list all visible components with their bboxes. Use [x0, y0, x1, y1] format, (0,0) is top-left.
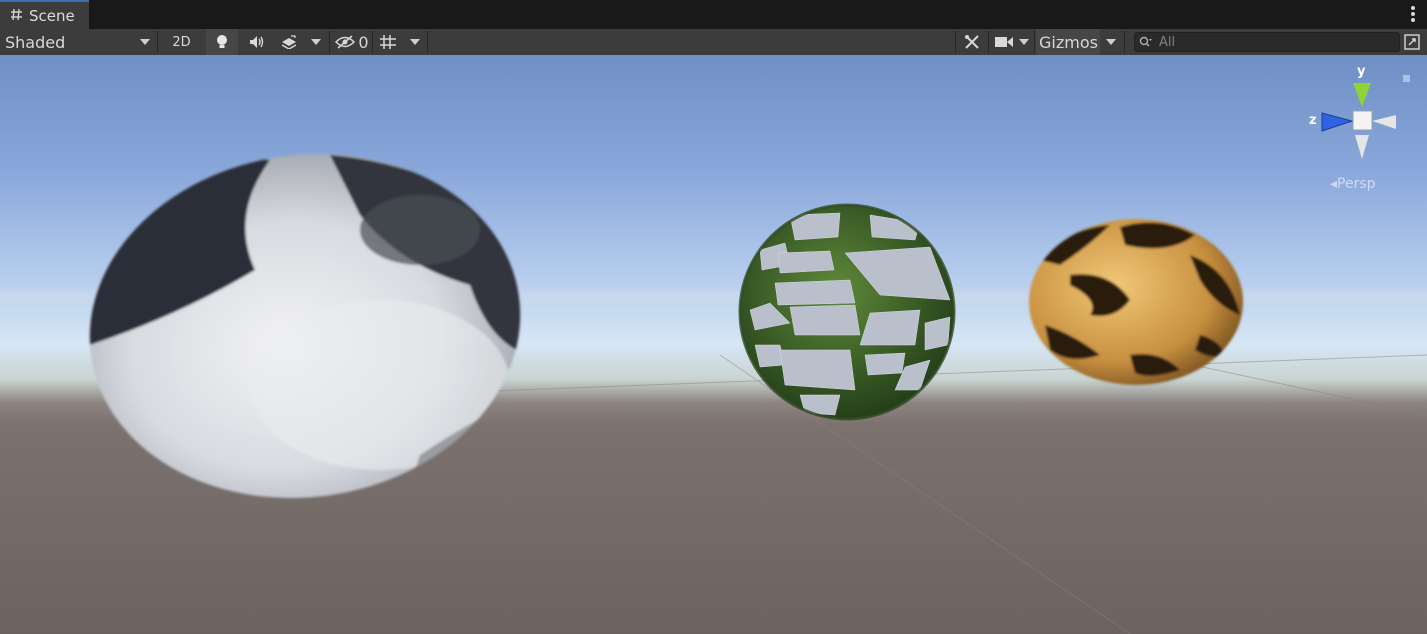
divider [157, 31, 158, 53]
search-field[interactable] [1134, 32, 1400, 52]
chevron-down-icon [1106, 39, 1116, 45]
grid-toggle-button[interactable] [374, 29, 402, 55]
gizmos-button[interactable]: Gizmos [1036, 29, 1100, 55]
divider [427, 31, 428, 53]
search-input[interactable] [1157, 33, 1391, 51]
divider [988, 31, 989, 53]
expand-icon [1404, 34, 1420, 50]
draw-mode-label: Shaded [5, 32, 66, 52]
more-options-icon[interactable] [1411, 6, 1415, 22]
layers-icon [281, 35, 297, 49]
scene-canvas [0, 75, 1427, 634]
toggle-2d-button[interactable]: 2D [164, 29, 199, 55]
gizmo-axis-z-label[interactable]: z [1309, 113, 1317, 128]
scene-viewport[interactable]: y z ◂Persp [0, 55, 1427, 634]
eye-hidden-icon [335, 35, 356, 49]
toggle-2d-label: 2D [172, 34, 191, 50]
search-icon [1139, 36, 1152, 47]
tab-scene[interactable]: Scene [0, 0, 89, 29]
tools-icon [965, 35, 979, 49]
tab-bar: Scene [0, 0, 1427, 30]
grid-icon [10, 7, 23, 25]
gizmos-dropdown[interactable] [1100, 29, 1122, 55]
stone-grass-sphere [738, 203, 956, 421]
chevron-down-icon [1019, 39, 1029, 45]
maximize-button[interactable] [1400, 29, 1424, 55]
draw-mode-dropdown[interactable]: Shaded [0, 29, 156, 55]
speaker-icon [250, 36, 264, 48]
tools-button[interactable] [958, 29, 986, 55]
grid-dropdown[interactable] [404, 29, 426, 55]
effects-button[interactable] [273, 29, 305, 55]
scene-visibility-button[interactable]: 0 [333, 29, 371, 55]
audio-toggle-button[interactable] [241, 29, 273, 55]
camera-icon [995, 37, 1013, 47]
divider [955, 31, 956, 53]
grid-icon [380, 35, 396, 49]
chevron-down-icon [410, 39, 420, 45]
gizmo-axis-y-label[interactable]: y [1357, 64, 1365, 79]
panda-fur-sphere [80, 154, 530, 515]
divider [329, 31, 330, 53]
camera-dropdown[interactable] [1016, 29, 1032, 55]
divider [1124, 31, 1125, 53]
projection-toggle[interactable]: ◂Persp [1330, 176, 1376, 192]
tab-title: Scene [29, 6, 75, 25]
lighting-toggle-button[interactable] [206, 29, 238, 55]
lightbulb-icon [217, 35, 227, 48]
chevron-down-icon [311, 39, 321, 45]
camera-button[interactable] [992, 29, 1016, 55]
divider [372, 31, 373, 53]
effects-dropdown[interactable] [306, 29, 326, 55]
orientation-gizmo [1321, 75, 1410, 159]
chevron-left-icon: ◂ [1330, 176, 1338, 192]
gizmos-label: Gizmos [1039, 32, 1098, 52]
chevron-down-icon [140, 39, 150, 45]
projection-label: Persp [1337, 176, 1376, 192]
divider [1034, 31, 1035, 53]
leopard-fur-sphere [1029, 219, 1243, 385]
hidden-count: 0 [358, 32, 369, 52]
